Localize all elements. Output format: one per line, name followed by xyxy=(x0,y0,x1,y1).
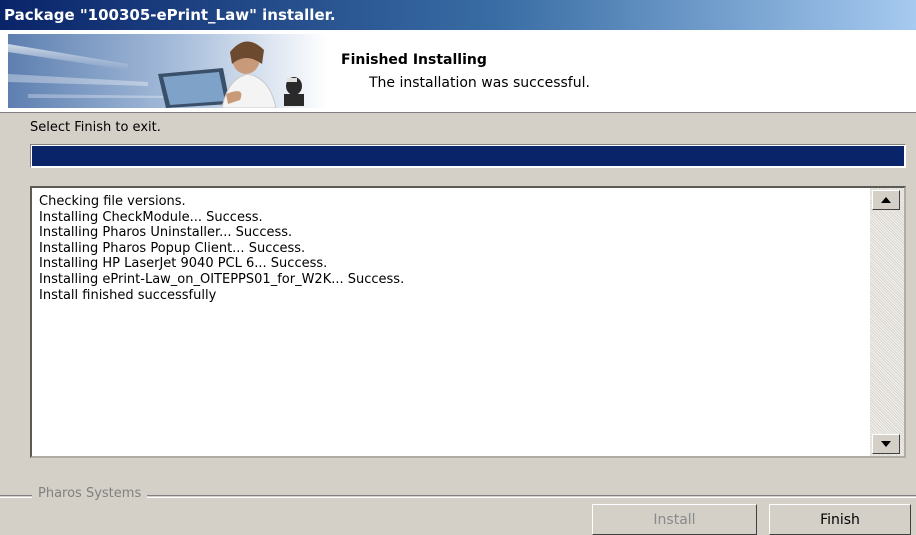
log-line: Checking file versions. xyxy=(39,194,186,209)
scroll-down-arrow-icon xyxy=(881,441,891,447)
progress-fill xyxy=(32,146,904,166)
header-banner: Finished Installing The installation was… xyxy=(0,30,916,113)
instruction-text: Select Finish to exit. xyxy=(30,120,161,135)
scroll-down-button[interactable] xyxy=(872,434,900,454)
banner-heading: Finished Installing xyxy=(341,52,487,68)
installer-banner-illustration xyxy=(8,34,328,108)
log-line: Installing CheckModule... Success. xyxy=(39,209,263,225)
scroll-up-button[interactable] xyxy=(872,190,900,210)
log-line: Installing Pharos Popup Client... Succes… xyxy=(39,240,306,256)
log-line: Installing HP LaserJet 9040 PCL 6... Suc… xyxy=(39,256,328,272)
log-scrollbar[interactable] xyxy=(870,188,904,456)
window-title: Package "100305-ePrint_Law" installer. xyxy=(4,6,336,24)
scroll-up-arrow-icon xyxy=(881,197,891,203)
log-line: Install finished successfully xyxy=(39,287,217,303)
title-bar: Package "100305-ePrint_Law" installer. xyxy=(0,0,916,30)
install-button[interactable]: Install xyxy=(592,504,757,535)
log-line: Installing ePrint-Law_on_OITEPPS01_for_W… xyxy=(39,271,405,287)
banner-subheading: The installation was successful. xyxy=(369,75,590,91)
install-log[interactable]: Checking file versions. Installing Check… xyxy=(30,186,906,458)
vendor-label: Pharos Systems xyxy=(32,486,148,501)
progress-bar xyxy=(30,144,906,168)
log-text: Checking file versions. Installing Check… xyxy=(39,194,864,452)
finish-button[interactable]: Finish xyxy=(769,504,911,535)
log-line: Installing Pharos Uninstaller... Success… xyxy=(39,225,293,241)
